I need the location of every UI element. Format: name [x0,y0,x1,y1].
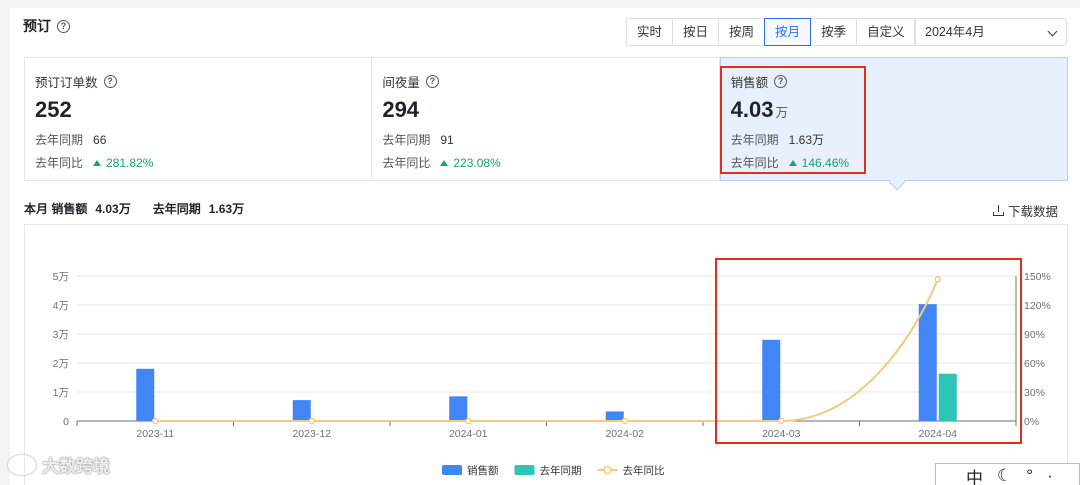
y-left-tick-label: 5万 [53,271,69,283]
watermark-text: 大数跨境 [42,457,110,476]
y-left-tick-label: 1万 [53,387,69,399]
legend-swatch [514,465,535,475]
line-point [621,417,628,425]
watermark-logo [8,454,36,475]
y-left-tick-label: 0 [63,416,69,428]
bar-销售额 [292,400,311,421]
y-right-tick-label: 120% [1024,300,1051,312]
legend-label: 去年同比 [623,464,665,477]
y-left-tick-label: 4万 [53,300,69,312]
x-tick-label: 2024-01 [449,428,488,440]
more-icon[interactable]: · [1047,466,1053,485]
legend-swatch [442,465,462,475]
legend-label: 销售额 [467,464,499,477]
punctuation-icon[interactable]: ° [1026,466,1033,485]
y-right-tick-label: 30% [1024,387,1045,399]
ime-toolbar[interactable]: 中 ☾ ° · [935,463,1080,485]
period-button-month[interactable]: 按月 [764,18,812,46]
legend-label: 去年同期 [540,464,582,477]
watermark: 大数跨境 [8,452,110,477]
moon-icon[interactable]: ☾ [997,466,1012,485]
legend-line-marker [603,465,612,475]
bar-销售额 [605,411,624,421]
line-point [308,417,315,425]
ime-lang[interactable]: 中 [966,464,983,485]
line-point [465,417,472,425]
y-right-tick-label: 0% [1024,416,1039,428]
y-left-tick-label: 2万 [53,358,69,370]
line-point [152,417,159,425]
y-right-tick-label: 150% [1024,271,1051,283]
x-tick-label: 2024-02 [605,428,644,440]
bar-销售额 [449,396,468,421]
highlight-box-chart [715,258,1022,444]
x-tick-label: 2023-11 [136,428,174,440]
y-right-tick-label: 90% [1024,329,1045,341]
y-left-tick-label: 3万 [53,329,69,341]
x-tick-label: 2023-12 [292,428,331,440]
y-right-tick-label: 60% [1024,358,1045,370]
bar-销售额 [136,368,155,421]
